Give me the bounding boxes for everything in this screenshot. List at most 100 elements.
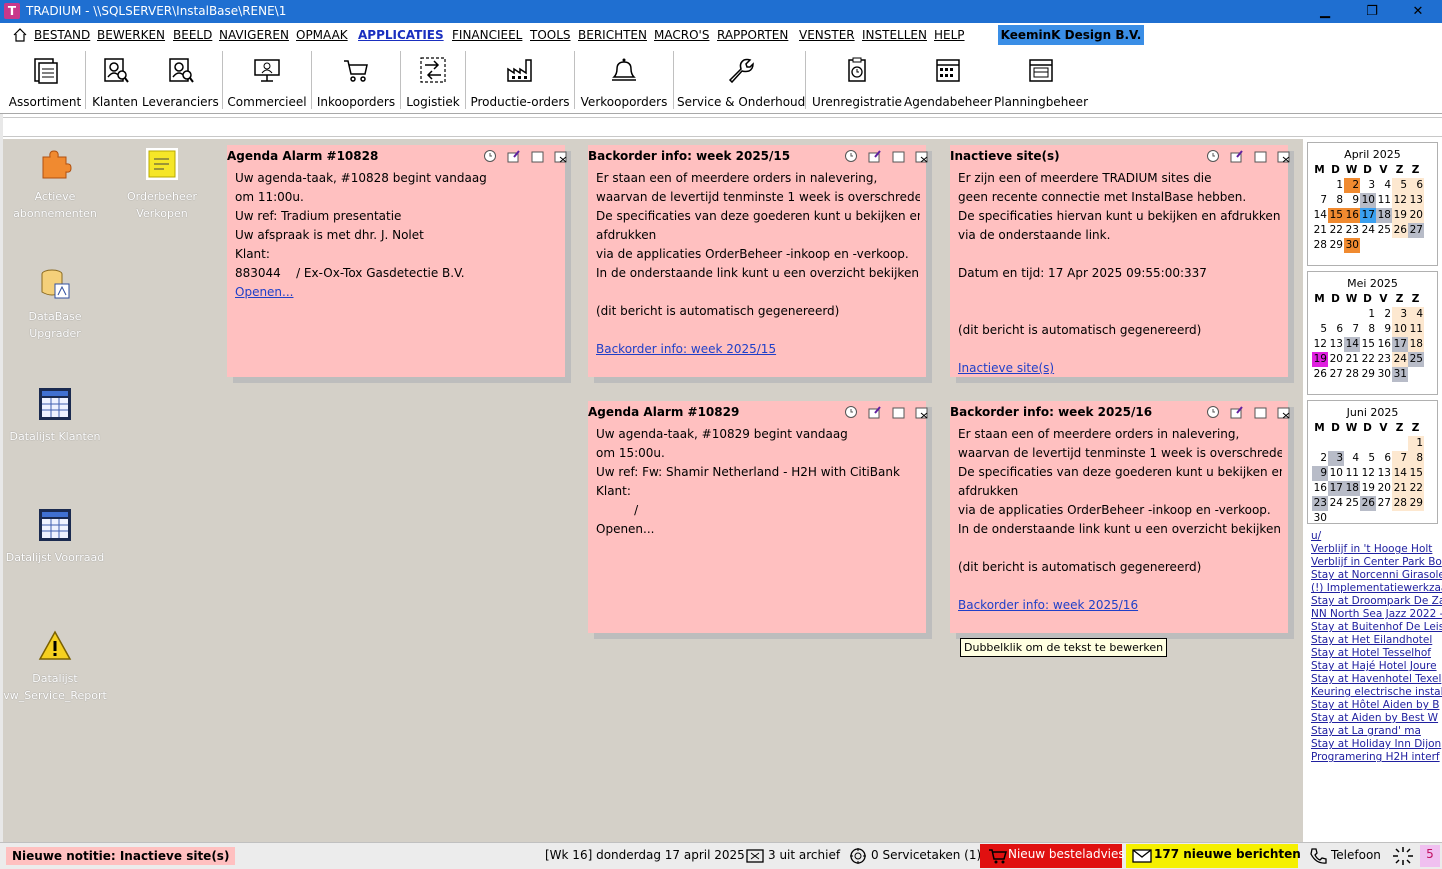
link-list-item[interactable]: Stay at Holiday Inn Dijon [1311, 738, 1442, 751]
link-list-item[interactable]: Stay at Buitenhof De Leis [1311, 621, 1442, 634]
menu-macros[interactable]: MACRO'S [654, 28, 709, 42]
calendar-day[interactable]: 13 [1328, 337, 1344, 352]
calendar-day[interactable]: 9 [1376, 322, 1392, 337]
calendar-day[interactable]: 9 [1312, 466, 1328, 481]
desktop-icon-datalijst-service-report[interactable]: Datalijst vw_Service_Report [3, 629, 107, 704]
calendar-day[interactable]: 5 [1312, 322, 1328, 337]
link-list-item[interactable]: Keuring electrische install [1311, 686, 1442, 699]
desktop-icon-database-upgrader[interactable]: DataBase Upgrader [3, 267, 107, 342]
calendar-grid[interactable]: M D W D V Z Z 1 2 3 4 5 6 7 8 9 10 11 12 13 14 15 16 17 18 19 20 21… [1312, 292, 1424, 382]
calendar-day[interactable]: 28 [1344, 367, 1360, 382]
calendar-day[interactable]: 24 [1328, 496, 1344, 511]
calendar-day[interactable]: 5 [1360, 451, 1376, 466]
calendar-day[interactable]: 29 [1328, 238, 1344, 253]
calendar-day[interactable]: 18 [1408, 337, 1424, 352]
calendar-day[interactable]: 12 [1392, 193, 1408, 208]
desktop-icon-datalijst-voorraad[interactable]: Datalijst Voorraad [3, 508, 107, 566]
calendar-day[interactable]: 6 [1376, 451, 1392, 466]
toolbar-planningbeheer[interactable]: Planningbeheer [994, 47, 1088, 113]
toolbar-verkooporders[interactable]: Verkooporders [578, 47, 670, 113]
calendar-mei[interactable]: Mei 2025 M D W D V Z Z 1 2 3 4 5 6 7 8 9 10 11 12 13 14 15 16 1… [1307, 271, 1438, 395]
calendar-day[interactable]: 8 [1328, 193, 1344, 208]
calendar-day[interactable]: 4 [1344, 451, 1360, 466]
calendar-day[interactable]: 19 [1392, 208, 1408, 223]
calendar-day[interactable]: 20 [1328, 352, 1344, 367]
note-line[interactable]: Openen... [596, 520, 920, 539]
calendar-day[interactable]: 6 [1328, 322, 1344, 337]
maximize-button[interactable]: ❐ [1349, 0, 1395, 23]
calendar-day[interactable]: 11 [1344, 466, 1360, 481]
pin-icon[interactable] [1230, 149, 1244, 163]
pin-icon[interactable] [507, 149, 521, 163]
calendar-day[interactable]: 10 [1360, 193, 1376, 208]
calendar-day[interactable]: 7 [1392, 451, 1408, 466]
pin-icon[interactable] [868, 405, 882, 419]
calendar-day[interactable]: 24 [1360, 223, 1376, 238]
pin-icon[interactable] [1230, 405, 1244, 419]
menu-rapporten[interactable]: RAPPORTEN [717, 28, 788, 42]
calendar-day[interactable]: 14 [1392, 466, 1408, 481]
menu-tools[interactable]: TOOLS [530, 28, 571, 42]
calendar-day[interactable]: 25 [1344, 496, 1360, 511]
calendar-day[interactable]: 25 [1408, 352, 1424, 367]
close-note-icon[interactable] [1277, 405, 1291, 419]
note-agenda-alarm-10829[interactable]: Agenda Alarm #10829 Uw agenda-taak, #108… [588, 401, 929, 633]
calendar-day[interactable]: 15 [1408, 466, 1424, 481]
restore-icon[interactable] [1254, 149, 1268, 163]
note-backorder-week-15[interactable]: Backorder info: week 2025/15 Er staan ee… [588, 145, 929, 377]
desktop-icon-datalijst-klanten[interactable]: Datalijst Klanten [3, 387, 107, 445]
calendar-day[interactable]: 19 [1312, 352, 1328, 367]
close-note-icon[interactable] [554, 149, 568, 163]
status-notice[interactable]: Nieuwe notitie: Inactieve site(s) [6, 847, 236, 865]
menu-bestand[interactable]: BESTAND [34, 28, 90, 42]
calendar-day[interactable]: 14 [1344, 337, 1360, 352]
menu-beeld[interactable]: BEELD [173, 28, 212, 42]
restore-icon[interactable] [892, 405, 906, 419]
calendar-day[interactable]: 30 [1312, 511, 1328, 526]
link-list-item[interactable]: Stay at Droompark De Za [1311, 595, 1442, 608]
link-list-item[interactable]: Stay at Norcenni Girasole [1311, 569, 1442, 582]
menu-financieel[interactable]: FINANCIEEL [452, 28, 522, 42]
minimize-button[interactable]: ▁ [1302, 0, 1348, 23]
calendar-day[interactable]: 23 [1344, 223, 1360, 238]
calendar-day[interactable]: 12 [1360, 466, 1376, 481]
toolbar-service-onderhoud[interactable]: Service & Onderhoud [677, 47, 805, 113]
calendar-day[interactable]: 12 [1312, 337, 1328, 352]
calendar-day[interactable]: 25 [1376, 223, 1392, 238]
calendar-day[interactable]: 22 [1408, 481, 1424, 496]
pin-icon[interactable] [868, 149, 882, 163]
calendar-day[interactable]: 9 [1344, 193, 1360, 208]
calendar-day[interactable]: 2 [1312, 451, 1328, 466]
close-note-icon[interactable] [915, 405, 929, 419]
link-list-item[interactable]: Stay at La grand' ma [1311, 725, 1442, 738]
clock-icon[interactable] [844, 405, 858, 419]
calendar-day[interactable]: 27 [1408, 223, 1424, 238]
note-inactieve-sites[interactable]: Inactieve site(s) Er zijn een of meerder… [950, 145, 1290, 377]
close-note-icon[interactable] [915, 149, 929, 163]
link-list-item[interactable]: Verblijf in Center Park Bo [1311, 556, 1442, 569]
calendar-day[interactable]: 31 [1392, 367, 1408, 382]
menu-venster[interactable]: VENSTER [799, 28, 855, 42]
calendar-day[interactable]: 1 [1360, 307, 1376, 322]
calendar-day[interactable]: 29 [1360, 367, 1376, 382]
toolbar-leveranciers[interactable]: Leveranciers [142, 47, 219, 113]
calendar-day[interactable]: 4 [1376, 178, 1392, 193]
home-icon[interactable] [13, 28, 27, 42]
toolbar-agendabeheer[interactable]: Agendabeheer [904, 47, 992, 113]
link-list-item[interactable]: (!) Implementatiewerkzaa [1311, 582, 1442, 595]
calendar-day[interactable]: 8 [1360, 322, 1376, 337]
calendar-day[interactable]: 26 [1312, 367, 1328, 382]
calendar-day[interactable]: 16 [1376, 337, 1392, 352]
calendar-day[interactable]: 16 [1312, 481, 1328, 496]
menu-applicaties[interactable]: APPLICATIES [358, 28, 444, 42]
calendar-day[interactable]: 18 [1376, 208, 1392, 223]
link-list-item[interactable]: u/ [1311, 530, 1442, 543]
restore-icon[interactable] [892, 149, 906, 163]
calendar-day[interactable]: 17 [1360, 208, 1376, 223]
toolbar-assortiment[interactable]: Assortiment [8, 47, 82, 113]
calendar-day[interactable]: 15 [1328, 208, 1344, 223]
status-archive[interactable]: 3 uit archief [768, 848, 840, 862]
calendar-day[interactable]: 18 [1344, 481, 1360, 496]
menu-opmaak[interactable]: OPMAAK [296, 28, 348, 42]
calendar-day[interactable]: 8 [1408, 451, 1424, 466]
